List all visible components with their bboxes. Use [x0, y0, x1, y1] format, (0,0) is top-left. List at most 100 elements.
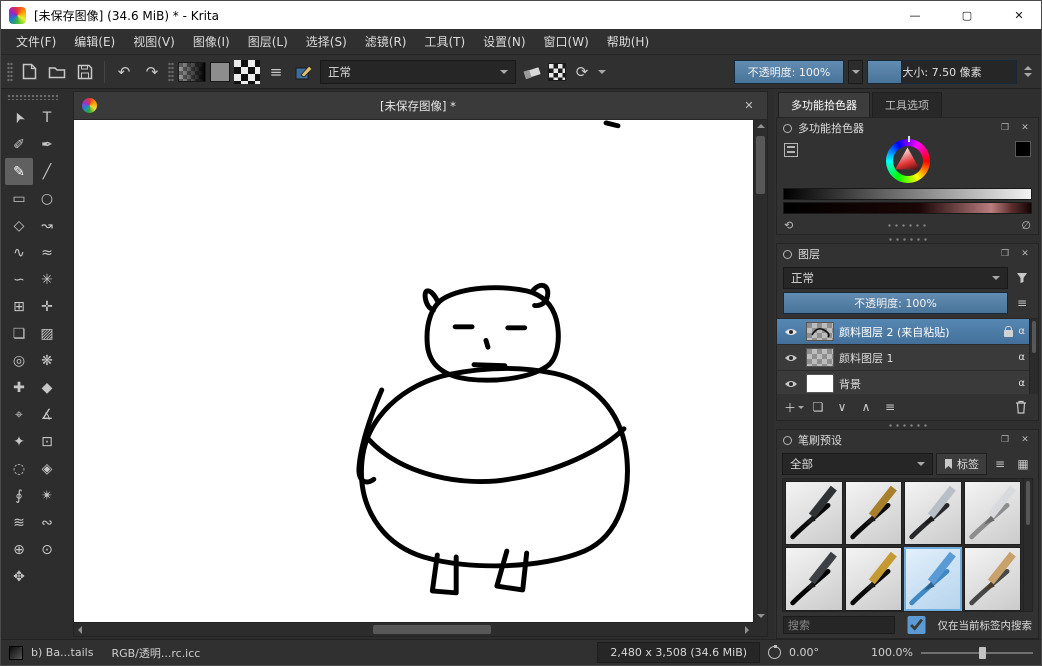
- tool-move[interactable]: ✛: [33, 293, 61, 320]
- lock-icon[interactable]: [1004, 330, 1013, 337]
- tool-line[interactable]: ╱: [33, 158, 61, 185]
- canvas-rotation-angle[interactable]: 0.00°: [789, 646, 819, 659]
- layer-filter-button[interactable]: [1012, 267, 1032, 289]
- scroll-up-icon[interactable]: [757, 124, 765, 128]
- layer-blend-mode-select[interactable]: 正常: [783, 267, 1008, 289]
- tool-smart-patch[interactable]: ✚: [5, 374, 33, 401]
- tool-rect-select[interactable]: ⊡: [33, 428, 61, 455]
- layer-options-button[interactable]: ≡: [1012, 292, 1032, 314]
- tool-freehand-brush[interactable]: ✎: [5, 158, 33, 185]
- menu-tools[interactable]: 工具(T): [415, 29, 474, 54]
- tool-multibrush[interactable]: ✳: [33, 266, 61, 293]
- menu-view[interactable]: 视图(V): [124, 29, 184, 54]
- tool-polygon[interactable]: ◇: [5, 212, 33, 239]
- tool-polyline[interactable]: ↝: [33, 212, 61, 239]
- menu-window[interactable]: 窗口(W): [535, 29, 598, 54]
- brush-preset[interactable]: [845, 547, 903, 611]
- docker-splitter[interactable]: [776, 421, 1039, 429]
- close-docker-icon[interactable]: ✕: [1018, 249, 1032, 259]
- float-docker-icon[interactable]: ❒: [998, 435, 1012, 445]
- tool-measure[interactable]: ∡: [33, 401, 61, 428]
- image-tab-close-icon[interactable]: ✕: [739, 99, 759, 112]
- toolbar-grip[interactable]: [168, 62, 174, 82]
- undo-button[interactable]: ↶: [112, 59, 136, 85]
- menu-filter[interactable]: 滤镜(R): [356, 29, 416, 54]
- menu-image[interactable]: 图像(I): [184, 29, 239, 54]
- image-tab-title[interactable]: [未保存图像] *: [97, 98, 739, 114]
- docker-menu-icon[interactable]: [783, 124, 792, 133]
- tool-freehand-select[interactable]: ∮: [5, 482, 33, 509]
- alpha-lock-icon[interactable]: α: [1018, 352, 1025, 363]
- tool-dynamic-brush[interactable]: ∽: [5, 266, 33, 293]
- layer-visibility-icon[interactable]: [781, 379, 801, 389]
- tool-bezier-curve[interactable]: ∿: [5, 239, 33, 266]
- tool-contiguous-select[interactable]: ⊕: [5, 536, 33, 563]
- menu-edit[interactable]: 编辑(E): [65, 29, 124, 54]
- tool-polygon-select[interactable]: ◈: [33, 455, 61, 482]
- canvas-horizontal-scrollbar[interactable]: [74, 622, 753, 636]
- tool-edit-shapes[interactable]: ✐: [5, 131, 33, 158]
- toolbox-drag-handle[interactable]: [7, 93, 59, 100]
- chevron-down-icon[interactable]: [598, 70, 606, 78]
- menu-settings[interactable]: 设置(N): [474, 29, 534, 54]
- layer-row[interactable]: 背景 α: [777, 371, 1038, 394]
- tool-assistants[interactable]: ⌖: [5, 401, 33, 428]
- brush-size-slider[interactable]: 大小: 7.50 像素: [867, 60, 1017, 84]
- tool-pattern-edit[interactable]: ❋: [33, 347, 61, 374]
- layer-visibility-icon[interactable]: [781, 327, 801, 337]
- color-profile-label[interactable]: RGB/透明...rc.icc: [111, 645, 200, 661]
- menu-select[interactable]: 选择(S): [297, 29, 356, 54]
- toolbar-grip[interactable]: [7, 62, 13, 82]
- color-triangle[interactable]: [894, 147, 922, 175]
- scroll-left-icon[interactable]: [78, 626, 82, 634]
- docker-splitter[interactable]: [776, 235, 1039, 243]
- open-document-button[interactable]: [45, 59, 69, 85]
- brush-preset[interactable]: [845, 481, 903, 545]
- foreground-color-swatch[interactable]: [1015, 141, 1031, 157]
- tool-pan[interactable]: ✥: [5, 563, 33, 590]
- tool-gradient[interactable]: ▨: [33, 320, 61, 347]
- tool-ellipse-select[interactable]: ◌: [5, 455, 33, 482]
- tool-rectangle[interactable]: ▭: [5, 185, 33, 212]
- brush-preset[interactable]: [785, 547, 843, 611]
- close-docker-icon[interactable]: ✕: [1018, 435, 1032, 445]
- scroll-right-icon[interactable]: [745, 626, 749, 634]
- tag-button[interactable]: 标签: [936, 453, 987, 475]
- brush-preset[interactable]: [964, 481, 1022, 545]
- gradient-chooser[interactable]: [178, 62, 206, 82]
- tool-ellipse[interactable]: ○: [33, 185, 61, 212]
- shade-selector-icon[interactable]: [784, 143, 798, 157]
- layer-thumbnail[interactable]: [806, 348, 834, 367]
- brush-preset[interactable]: [964, 547, 1022, 611]
- layer-row[interactable]: 颜料图层 2 (来自粘贴) α: [777, 319, 1038, 345]
- vertical-scrollbar-handle[interactable]: [756, 136, 765, 194]
- brush-preset[interactable]: [904, 481, 962, 545]
- canvas-vertical-scrollbar[interactable]: [753, 120, 767, 622]
- brush-editor-button[interactable]: [292, 59, 316, 85]
- current-brush-thumbnail[interactable]: [9, 646, 23, 660]
- layer-properties-button[interactable]: ≡: [879, 397, 901, 417]
- reload-preset-button[interactable]: ⟳: [570, 59, 594, 85]
- gradient-secondary-chooser[interactable]: [210, 62, 230, 82]
- grip-dots[interactable]: [793, 224, 1021, 227]
- tool-calligraphy[interactable]: ✒: [33, 131, 61, 158]
- brush-size-spinner[interactable]: [1021, 60, 1035, 84]
- tool-fill[interactable]: ◆: [33, 374, 61, 401]
- docker-menu-icon[interactable]: [783, 250, 792, 259]
- brush-search-input[interactable]: [783, 616, 895, 634]
- workspace-menu-button[interactable]: ≡: [264, 59, 288, 85]
- brush-tag-filter-select[interactable]: 全部: [782, 453, 933, 475]
- scrollbar-handle[interactable]: [1026, 481, 1030, 525]
- brush-grid-scrollbar[interactable]: [1023, 479, 1032, 611]
- blending-mode-select[interactable]: 正常: [320, 60, 516, 84]
- scroll-down-icon[interactable]: [757, 614, 765, 618]
- save-button[interactable]: [73, 59, 97, 85]
- duplicate-layer-button[interactable]: ❏: [807, 397, 829, 417]
- tool-text[interactable]: T: [33, 104, 61, 131]
- new-document-button[interactable]: [17, 59, 41, 85]
- alpha-lock-icon[interactable]: α: [1018, 326, 1025, 337]
- pattern-chooser[interactable]: [234, 60, 260, 84]
- maximize-button[interactable]: ▢: [945, 1, 989, 29]
- tab-tool-options[interactable]: 工具选项: [872, 92, 942, 117]
- brush-preset[interactable]: [785, 481, 843, 545]
